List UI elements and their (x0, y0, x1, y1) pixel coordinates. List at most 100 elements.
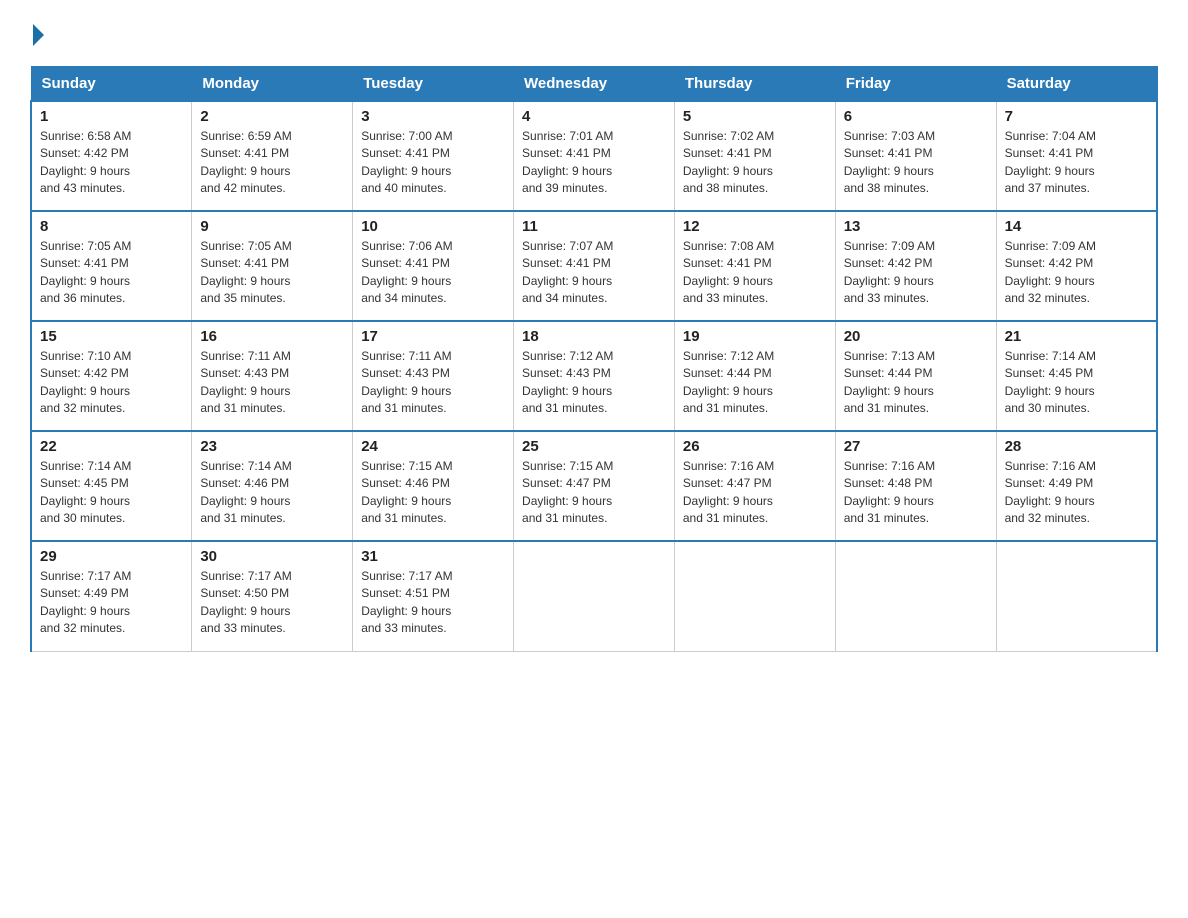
day-info: Sunrise: 6:58 AMSunset: 4:42 PMDaylight:… (40, 129, 131, 195)
day-info: Sunrise: 7:16 AMSunset: 4:48 PMDaylight:… (844, 459, 935, 525)
calendar-cell: 5 Sunrise: 7:02 AMSunset: 4:41 PMDayligh… (674, 101, 835, 211)
day-info: Sunrise: 7:15 AMSunset: 4:46 PMDaylight:… (361, 459, 452, 525)
day-number: 22 (40, 438, 183, 455)
day-info: Sunrise: 7:16 AMSunset: 4:47 PMDaylight:… (683, 459, 774, 525)
day-number: 31 (361, 548, 505, 565)
calendar-header-row: SundayMondayTuesdayWednesdayThursdayFrid… (31, 67, 1157, 102)
calendar-cell: 8 Sunrise: 7:05 AMSunset: 4:41 PMDayligh… (31, 211, 192, 321)
day-info: Sunrise: 7:08 AMSunset: 4:41 PMDaylight:… (683, 239, 774, 305)
day-info: Sunrise: 7:02 AMSunset: 4:41 PMDaylight:… (683, 129, 774, 195)
calendar-cell: 30 Sunrise: 7:17 AMSunset: 4:50 PMDaylig… (192, 541, 353, 651)
day-number: 1 (40, 108, 183, 125)
day-number: 18 (522, 328, 666, 345)
day-number: 8 (40, 218, 183, 235)
day-number: 26 (683, 438, 827, 455)
day-info: Sunrise: 7:14 AMSunset: 4:45 PMDaylight:… (40, 459, 131, 525)
day-number: 10 (361, 218, 505, 235)
calendar-cell: 28 Sunrise: 7:16 AMSunset: 4:49 PMDaylig… (996, 431, 1157, 541)
day-number: 29 (40, 548, 183, 565)
col-header-wednesday: Wednesday (514, 67, 675, 102)
day-number: 7 (1005, 108, 1148, 125)
day-number: 23 (200, 438, 344, 455)
calendar-cell: 4 Sunrise: 7:01 AMSunset: 4:41 PMDayligh… (514, 101, 675, 211)
calendar-cell: 21 Sunrise: 7:14 AMSunset: 4:45 PMDaylig… (996, 321, 1157, 431)
day-info: Sunrise: 7:03 AMSunset: 4:41 PMDaylight:… (844, 129, 935, 195)
calendar-cell: 10 Sunrise: 7:06 AMSunset: 4:41 PMDaylig… (353, 211, 514, 321)
col-header-sunday: Sunday (31, 67, 192, 102)
logo (30, 26, 44, 48)
calendar-cell: 2 Sunrise: 6:59 AMSunset: 4:41 PMDayligh… (192, 101, 353, 211)
day-number: 3 (361, 108, 505, 125)
day-number: 14 (1005, 218, 1148, 235)
col-header-friday: Friday (835, 67, 996, 102)
calendar-cell: 26 Sunrise: 7:16 AMSunset: 4:47 PMDaylig… (674, 431, 835, 541)
week-row-2: 8 Sunrise: 7:05 AMSunset: 4:41 PMDayligh… (31, 211, 1157, 321)
day-number: 4 (522, 108, 666, 125)
calendar-cell: 29 Sunrise: 7:17 AMSunset: 4:49 PMDaylig… (31, 541, 192, 651)
week-row-4: 22 Sunrise: 7:14 AMSunset: 4:45 PMDaylig… (31, 431, 1157, 541)
day-number: 13 (844, 218, 988, 235)
day-info: Sunrise: 7:01 AMSunset: 4:41 PMDaylight:… (522, 129, 613, 195)
logo-arrow-icon (33, 24, 44, 46)
week-row-1: 1 Sunrise: 6:58 AMSunset: 4:42 PMDayligh… (31, 101, 1157, 211)
calendar-cell: 7 Sunrise: 7:04 AMSunset: 4:41 PMDayligh… (996, 101, 1157, 211)
day-info: Sunrise: 7:09 AMSunset: 4:42 PMDaylight:… (1005, 239, 1096, 305)
day-number: 9 (200, 218, 344, 235)
day-number: 19 (683, 328, 827, 345)
day-info: Sunrise: 7:10 AMSunset: 4:42 PMDaylight:… (40, 349, 131, 415)
calendar-cell: 15 Sunrise: 7:10 AMSunset: 4:42 PMDaylig… (31, 321, 192, 431)
calendar-cell (514, 541, 675, 651)
day-number: 25 (522, 438, 666, 455)
day-info: Sunrise: 7:15 AMSunset: 4:47 PMDaylight:… (522, 459, 613, 525)
calendar-cell: 16 Sunrise: 7:11 AMSunset: 4:43 PMDaylig… (192, 321, 353, 431)
calendar-cell: 23 Sunrise: 7:14 AMSunset: 4:46 PMDaylig… (192, 431, 353, 541)
day-info: Sunrise: 7:12 AMSunset: 4:44 PMDaylight:… (683, 349, 774, 415)
col-header-monday: Monday (192, 67, 353, 102)
calendar-cell: 11 Sunrise: 7:07 AMSunset: 4:41 PMDaylig… (514, 211, 675, 321)
day-number: 12 (683, 218, 827, 235)
day-number: 2 (200, 108, 344, 125)
week-row-5: 29 Sunrise: 7:17 AMSunset: 4:49 PMDaylig… (31, 541, 1157, 651)
day-info: Sunrise: 7:13 AMSunset: 4:44 PMDaylight:… (844, 349, 935, 415)
calendar-cell: 9 Sunrise: 7:05 AMSunset: 4:41 PMDayligh… (192, 211, 353, 321)
calendar-cell (674, 541, 835, 651)
day-info: Sunrise: 7:11 AMSunset: 4:43 PMDaylight:… (361, 349, 452, 415)
day-info: Sunrise: 7:09 AMSunset: 4:42 PMDaylight:… (844, 239, 935, 305)
day-info: Sunrise: 7:06 AMSunset: 4:41 PMDaylight:… (361, 239, 452, 305)
day-info: Sunrise: 7:17 AMSunset: 4:50 PMDaylight:… (200, 569, 291, 635)
day-number: 27 (844, 438, 988, 455)
calendar-cell: 31 Sunrise: 7:17 AMSunset: 4:51 PMDaylig… (353, 541, 514, 651)
calendar-cell: 25 Sunrise: 7:15 AMSunset: 4:47 PMDaylig… (514, 431, 675, 541)
day-info: Sunrise: 7:07 AMSunset: 4:41 PMDaylight:… (522, 239, 613, 305)
day-number: 17 (361, 328, 505, 345)
col-header-thursday: Thursday (674, 67, 835, 102)
col-header-saturday: Saturday (996, 67, 1157, 102)
calendar-cell: 14 Sunrise: 7:09 AMSunset: 4:42 PMDaylig… (996, 211, 1157, 321)
calendar-cell: 12 Sunrise: 7:08 AMSunset: 4:41 PMDaylig… (674, 211, 835, 321)
calendar-cell (996, 541, 1157, 651)
calendar-cell: 19 Sunrise: 7:12 AMSunset: 4:44 PMDaylig… (674, 321, 835, 431)
calendar-cell: 3 Sunrise: 7:00 AMSunset: 4:41 PMDayligh… (353, 101, 514, 211)
day-info: Sunrise: 6:59 AMSunset: 4:41 PMDaylight:… (200, 129, 291, 195)
calendar-cell: 13 Sunrise: 7:09 AMSunset: 4:42 PMDaylig… (835, 211, 996, 321)
day-number: 20 (844, 328, 988, 345)
day-number: 15 (40, 328, 183, 345)
day-number: 11 (522, 218, 666, 235)
day-info: Sunrise: 7:12 AMSunset: 4:43 PMDaylight:… (522, 349, 613, 415)
calendar-cell: 17 Sunrise: 7:11 AMSunset: 4:43 PMDaylig… (353, 321, 514, 431)
page-header (30, 20, 1158, 48)
day-info: Sunrise: 7:05 AMSunset: 4:41 PMDaylight:… (200, 239, 291, 305)
calendar-cell: 18 Sunrise: 7:12 AMSunset: 4:43 PMDaylig… (514, 321, 675, 431)
day-info: Sunrise: 7:04 AMSunset: 4:41 PMDaylight:… (1005, 129, 1096, 195)
day-info: Sunrise: 7:16 AMSunset: 4:49 PMDaylight:… (1005, 459, 1096, 525)
day-number: 30 (200, 548, 344, 565)
calendar-cell: 6 Sunrise: 7:03 AMSunset: 4:41 PMDayligh… (835, 101, 996, 211)
day-info: Sunrise: 7:00 AMSunset: 4:41 PMDaylight:… (361, 129, 452, 195)
calendar-cell: 1 Sunrise: 6:58 AMSunset: 4:42 PMDayligh… (31, 101, 192, 211)
day-number: 24 (361, 438, 505, 455)
week-row-3: 15 Sunrise: 7:10 AMSunset: 4:42 PMDaylig… (31, 321, 1157, 431)
day-info: Sunrise: 7:17 AMSunset: 4:51 PMDaylight:… (361, 569, 452, 635)
calendar-cell: 27 Sunrise: 7:16 AMSunset: 4:48 PMDaylig… (835, 431, 996, 541)
day-info: Sunrise: 7:14 AMSunset: 4:46 PMDaylight:… (200, 459, 291, 525)
day-number: 6 (844, 108, 988, 125)
